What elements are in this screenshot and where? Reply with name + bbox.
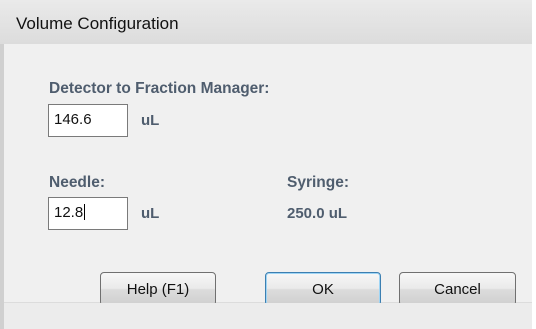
window-frame-right (532, 0, 536, 329)
dialog-bottom-edge (4, 303, 532, 329)
needle-input[interactable]: 12.8 (48, 197, 128, 230)
ok-button[interactable]: OK (265, 272, 381, 306)
needle-unit: uL (141, 205, 160, 222)
detector-to-fraction-manager-input[interactable]: 146.6 (48, 104, 128, 137)
dialog-title: Volume Configuration (16, 14, 179, 33)
help-button[interactable]: Help (F1) (100, 272, 216, 306)
needle-label: Needle: (49, 174, 105, 191)
syringe-value: 250.0 uL (287, 205, 348, 222)
needle-value: 12.8 (54, 204, 84, 221)
detector-to-fraction-manager-label: Detector to Fraction Manager: (49, 80, 270, 97)
detector-to-fraction-manager-value: 146.6 (54, 111, 92, 128)
detector-to-fraction-manager-unit: uL (141, 112, 160, 129)
text-caret (84, 204, 86, 220)
dialog-content: Detector to Fraction Manager: 146.6 uL N… (4, 44, 532, 306)
title-bar[interactable]: Volume Configuration (0, 0, 536, 44)
volume-configuration-dialog: Volume Configuration Detector to Fractio… (0, 0, 536, 329)
cancel-button[interactable]: Cancel (399, 272, 516, 306)
syringe-label: Syringe: (287, 174, 350, 191)
